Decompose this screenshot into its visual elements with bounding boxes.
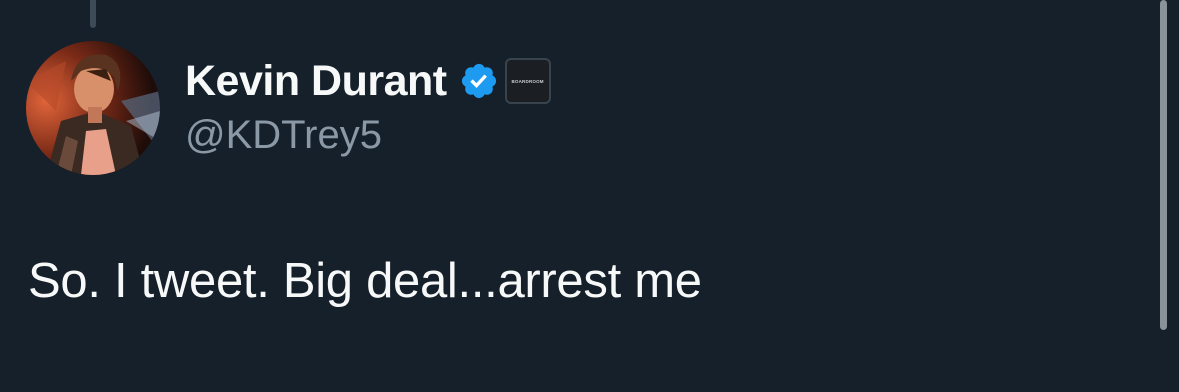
verified-badge-icon[interactable] [459, 61, 499, 101]
affiliate-badge-label: BOARDROOM [511, 78, 544, 84]
boardroom-logo-icon[interactable]: BOARDROOM [504, 58, 551, 104]
tweet-text: So. I tweet. Big deal...arrest me [28, 254, 702, 308]
scrollbar[interactable] [1160, 0, 1167, 330]
thread-connector-line [90, 0, 96, 28]
author-name-row: Kevin Durant BOARDROOM [185, 55, 551, 107]
author-handle[interactable]: @KDTrey5 [185, 113, 382, 158]
author-display-name[interactable]: Kevin Durant [185, 57, 447, 106]
avatar[interactable] [26, 41, 160, 175]
